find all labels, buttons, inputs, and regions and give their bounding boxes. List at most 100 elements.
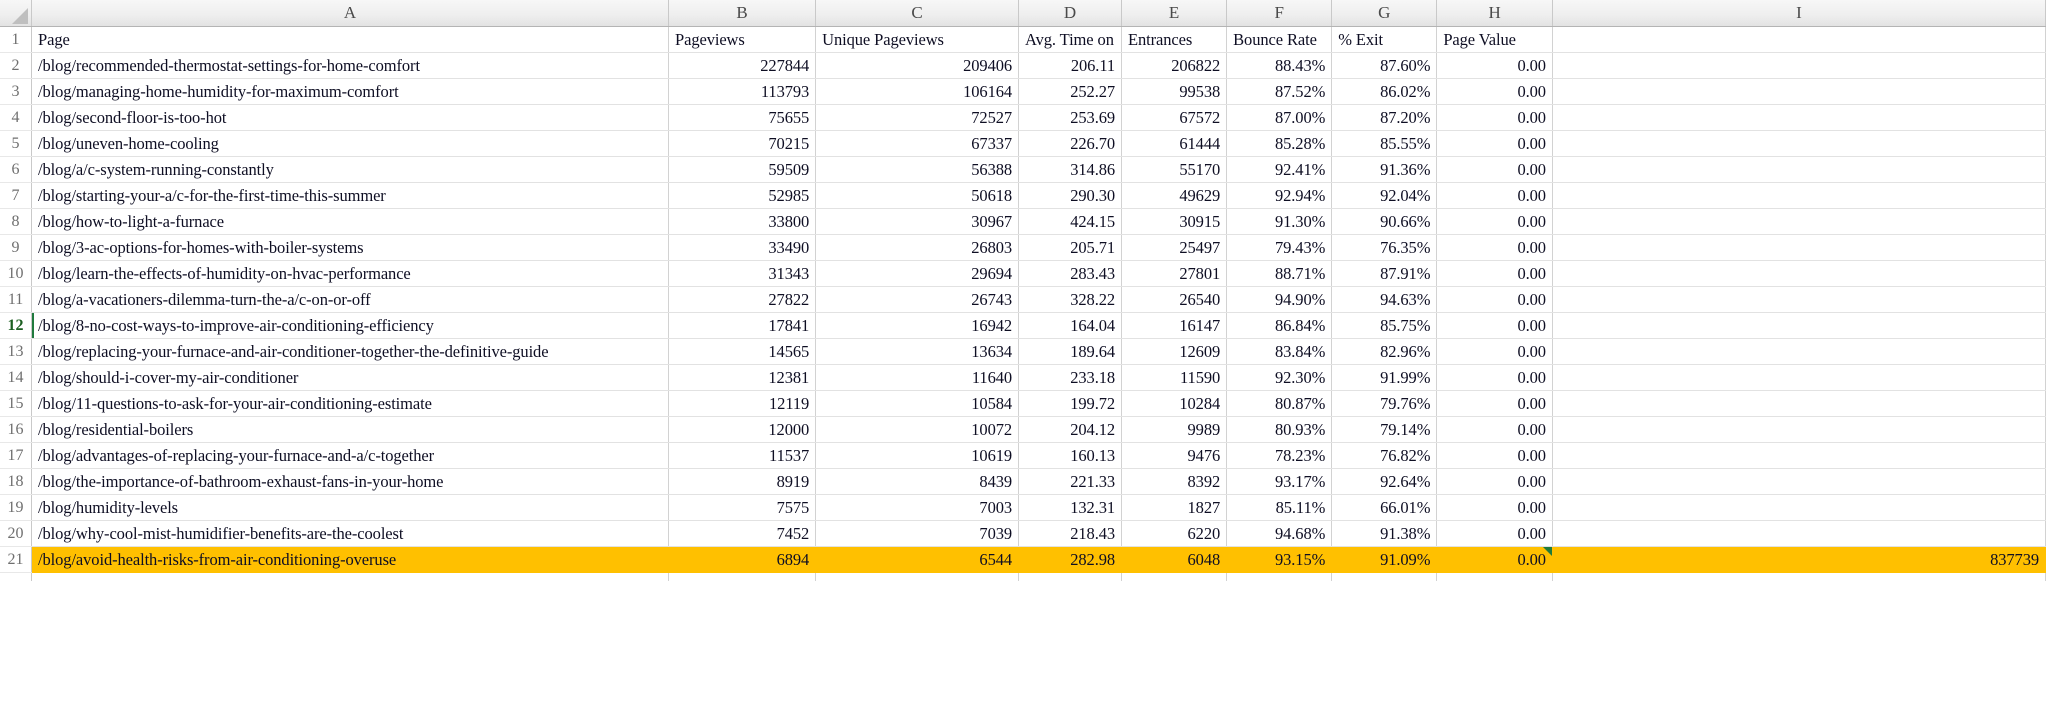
spreadsheet-grid[interactable]: A B C D E F G H I 1 Page Pageviews Unique P…	[0, 0, 2046, 581]
row-number[interactable]: 8	[0, 208, 33, 235]
table-row[interactable]: 4/blog/second-floor-is-too-hot 75655 72527…	[0, 104, 2046, 131]
cell-bounce-rate[interactable]: 86.84%	[1226, 312, 1333, 339]
cell-page-value[interactable]: 0.00	[1436, 260, 1553, 287]
cell-avg-time-on-page[interactable]: 283.43	[1018, 260, 1123, 287]
cell-bounce-rate[interactable]: 85.28%	[1226, 130, 1333, 157]
cell-pageviews[interactable]: 11537	[668, 442, 817, 469]
cell-extra[interactable]	[1552, 468, 2046, 495]
cell-pageviews[interactable]: 7452	[668, 520, 817, 547]
cell-bounce-rate[interactable]: 85.11%	[1226, 494, 1333, 521]
cell-avg-time-on-page[interactable]: 206.11	[1018, 52, 1123, 79]
cell-pageviews[interactable]: 27822	[668, 286, 817, 313]
cell-page[interactable]: /blog/starting-your-a/c-for-the-first-ti…	[31, 182, 670, 209]
cell-pageviews[interactable]: 75655	[668, 104, 817, 131]
cell-extra[interactable]	[1552, 78, 2046, 105]
cell-unique-pageviews[interactable]: 67337	[815, 130, 1020, 157]
cell-percent-exit[interactable]: 90.66%	[1331, 208, 1438, 235]
cell-entrances[interactable]: 99538	[1121, 78, 1228, 105]
cell-percent-exit[interactable]: 85.75%	[1331, 312, 1438, 339]
row-number[interactable]: 20	[0, 520, 33, 547]
cell-page-value[interactable]: 0.00	[1436, 286, 1553, 313]
row-number[interactable]: 14	[0, 364, 33, 391]
row-number[interactable]: 19	[0, 494, 33, 521]
cell-page-value[interactable]: 0.00	[1436, 416, 1553, 443]
table-row[interactable]: 10/blog/learn-the-effects-of-humidity-on…	[0, 260, 2046, 287]
table-row[interactable]: 11/blog/a-vacationers-dilemma-turn-the-a…	[0, 286, 2046, 313]
cell-unique-pageviews[interactable]: 16942	[815, 312, 1020, 339]
cell-page-value[interactable]: 0.00	[1436, 104, 1553, 131]
cell-unique-pageviews[interactable]: 56388	[815, 156, 1020, 183]
cell-extra[interactable]	[1552, 104, 2046, 131]
table-row[interactable]: 2/blog/recommended-thermostat-settings-f…	[0, 52, 2046, 79]
cell-percent-exit[interactable]: 85.55%	[1331, 130, 1438, 157]
cell-extra[interactable]	[1552, 520, 2046, 547]
cell-extra[interactable]	[1552, 52, 2046, 79]
cell-page-value[interactable]: 0.00	[1436, 234, 1553, 261]
column-header-f[interactable]: F	[1226, 0, 1333, 27]
cell-bounce-rate[interactable]: 78.23%	[1226, 442, 1333, 469]
table-row[interactable]: 17/blog/advantages-of-replacing-your-fur…	[0, 442, 2046, 469]
cell-entrances[interactable]: 16147	[1121, 312, 1228, 339]
row-number[interactable]: 1	[0, 26, 33, 53]
column-header-e[interactable]: E	[1121, 0, 1228, 27]
table-row[interactable]: 15/blog/11-questions-to-ask-for-your-air…	[0, 390, 2046, 417]
column-header-a[interactable]: A	[31, 0, 670, 27]
cell-entrances[interactable]: 12609	[1121, 338, 1228, 365]
table-row[interactable]: 20/blog/why-cool-mist-humidifier-benefit…	[0, 520, 2046, 547]
cell-pageviews[interactable]: 8919	[668, 468, 817, 495]
cell-pageviews[interactable]: 52985	[668, 182, 817, 209]
cell-page[interactable]: /blog/replacing-your-furnace-and-air-con…	[31, 338, 670, 365]
cell-percent-exit[interactable]: 91.36%	[1331, 156, 1438, 183]
cell-percent-exit[interactable]: 92.04%	[1331, 182, 1438, 209]
row-number[interactable]: 2	[0, 52, 33, 79]
table-row[interactable]: 9/blog/3-ac-options-for-homes-with-boile…	[0, 234, 2046, 261]
cell-avg-time-on-page[interactable]: 290.30	[1018, 182, 1123, 209]
cell-unique-pageviews[interactable]: 11640	[815, 364, 1020, 391]
cell-avg-time-on-page[interactable]: 160.13	[1018, 442, 1123, 469]
cell-extra[interactable]	[1552, 312, 2046, 339]
cell-page[interactable]: /blog/second-floor-is-too-hot	[31, 104, 670, 131]
cell-bounce-rate[interactable]: 92.30%	[1226, 364, 1333, 391]
column-header-g[interactable]: G	[1331, 0, 1438, 27]
cell-unique-pageviews[interactable]: 72527	[815, 104, 1020, 131]
cell-page[interactable]: /blog/a-vacationers-dilemma-turn-the-a/c…	[31, 286, 670, 313]
cell-page-value[interactable]: 0.00	[1436, 78, 1553, 105]
cell-entrances[interactable]: 49629	[1121, 182, 1228, 209]
cell-percent-exit[interactable]: 76.35%	[1331, 234, 1438, 261]
cell-avg-time-on-page[interactable]: 205.71	[1018, 234, 1123, 261]
table-row[interactable]: 7/blog/starting-your-a/c-for-the-first-t…	[0, 182, 2046, 209]
cell-page-value[interactable]: 0.00	[1436, 182, 1553, 209]
header-cell-page-value[interactable]: Page Value	[1436, 26, 1553, 53]
cell-unique-pageviews[interactable]: 106164	[815, 78, 1020, 105]
cell-page[interactable]: /blog/a/c-system-running-constantly	[31, 156, 670, 183]
row-number[interactable]: 13	[0, 338, 33, 365]
cell-entrances[interactable]: 206822	[1121, 52, 1228, 79]
cell-page[interactable]: /blog/uneven-home-cooling	[31, 130, 670, 157]
column-header-c[interactable]: C	[815, 0, 1020, 27]
row-number[interactable]: 3	[0, 78, 33, 105]
row-number[interactable]: 10	[0, 260, 33, 287]
cell-percent-exit[interactable]: 76.82%	[1331, 442, 1438, 469]
cell-entrances[interactable]: 61444	[1121, 130, 1228, 157]
cell-bounce-rate[interactable]: 87.00%	[1226, 104, 1333, 131]
cell-extra[interactable]	[1552, 494, 2046, 521]
cell-percent-exit[interactable]: 86.02%	[1331, 78, 1438, 105]
cell-entrances[interactable]: 6048	[1121, 546, 1228, 573]
cell-entrances[interactable]: 25497	[1121, 234, 1228, 261]
cell-pageviews[interactable]: 33490	[668, 234, 817, 261]
table-row[interactable]: 8/blog/how-to-light-a-furnace 33800 30967 4…	[0, 208, 2046, 235]
cell-pageviews[interactable]: 70215	[668, 130, 817, 157]
cell-extra[interactable]	[1552, 208, 2046, 235]
cell-page-value[interactable]: 0.00	[1436, 494, 1553, 521]
table-row[interactable]: 1 Page Pageviews Unique Pageviews Avg. Time …	[0, 26, 2046, 53]
cell-avg-time-on-page[interactable]: 199.72	[1018, 390, 1123, 417]
cell-avg-time-on-page[interactable]: 233.18	[1018, 364, 1123, 391]
cell-extra[interactable]	[1552, 338, 2046, 365]
cell-avg-time-on-page[interactable]: 204.12	[1018, 416, 1123, 443]
column-header-b[interactable]: B	[668, 0, 817, 27]
cell-bounce-rate[interactable]: 88.71%	[1226, 260, 1333, 287]
cell-bounce-rate[interactable]: 92.94%	[1226, 182, 1333, 209]
cell-unique-pageviews[interactable]: 6544	[815, 546, 1020, 573]
cell-page-value[interactable]: 0.00	[1436, 364, 1553, 391]
cell-page[interactable]: /blog/advantages-of-replacing-your-furna…	[31, 442, 670, 469]
